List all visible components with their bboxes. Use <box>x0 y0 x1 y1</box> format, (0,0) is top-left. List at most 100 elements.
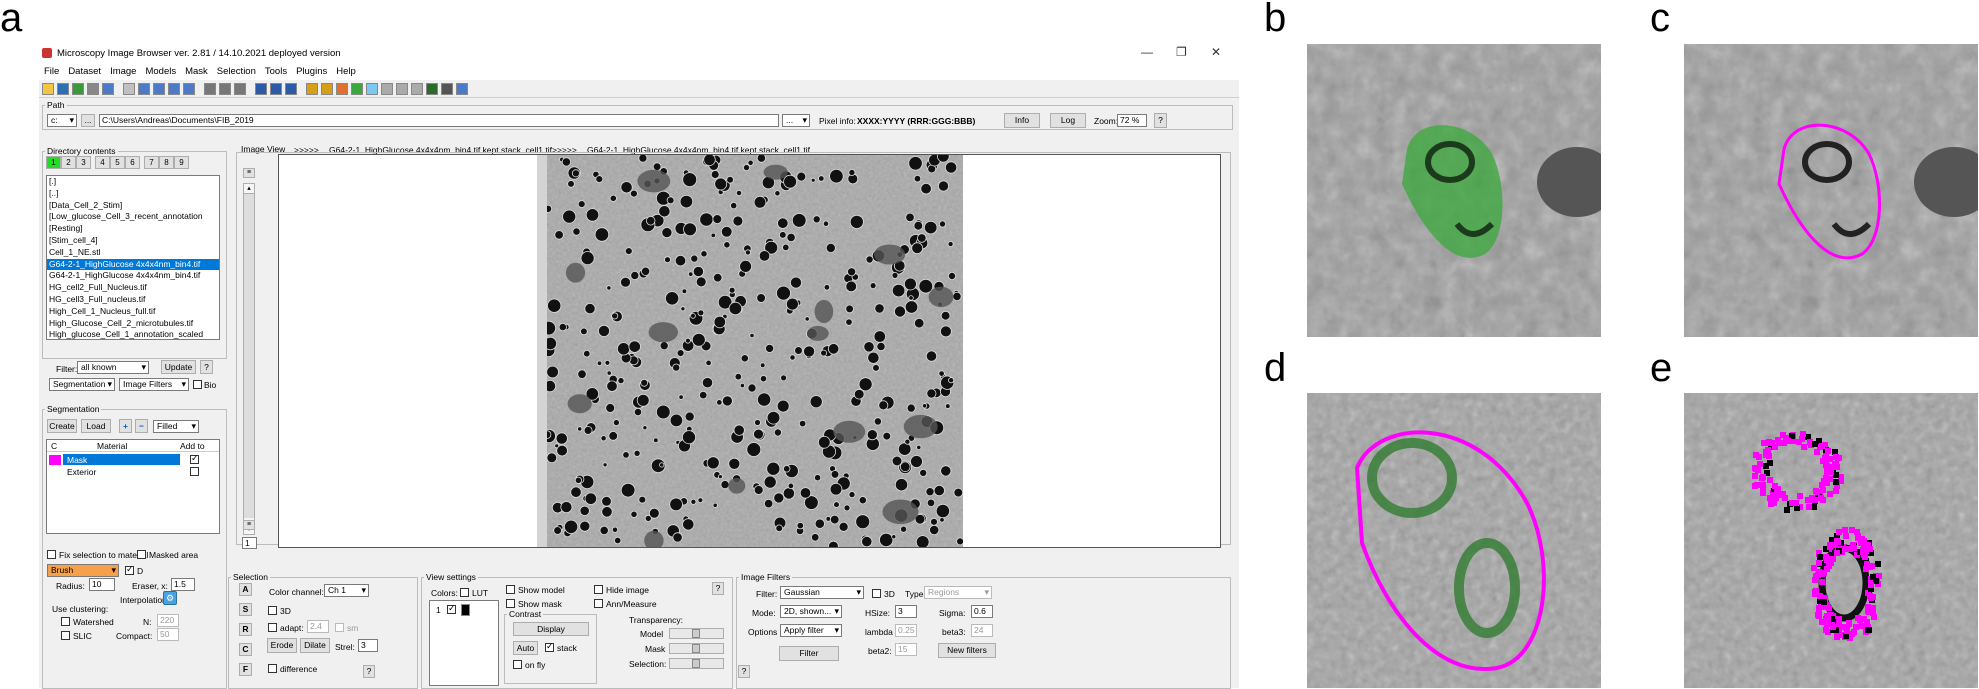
toolbar-icon-1[interactable] <box>42 83 54 95</box>
remove-material-icon[interactable]: − <box>135 419 148 433</box>
load-model-button[interactable]: Load <box>81 419 111 433</box>
file-list-item[interactable]: G64-2-1_HighGlucose 4x4x4nm_bin4.tif <box>47 258 219 271</box>
image-filters-help-button[interactable]: ? <box>738 665 750 678</box>
exterior-addto-checkbox[interactable] <box>190 467 199 476</box>
watershed-checkbox[interactable] <box>61 617 70 626</box>
d-checkbox[interactable] <box>125 564 134 575</box>
selection-subtract-button[interactable]: S <box>239 603 252 616</box>
hsize-input[interactable]: 3 <box>895 605 917 618</box>
material-color-swatch[interactable] <box>49 455 61 465</box>
bio-checkbox[interactable] <box>193 380 202 389</box>
toolbar-icon-2[interactable] <box>57 83 69 95</box>
file-list-item[interactable]: [Data_Cell_2_Stim] <box>47 200 219 212</box>
directory-tab-7[interactable]: 7 <box>144 156 159 169</box>
toolbar-icon-21[interactable] <box>366 83 378 95</box>
file-filter-select[interactable]: all known <box>77 361 149 374</box>
slider-handle[interactable] <box>692 659 700 668</box>
file-list-item[interactable]: [Low_glucose_Cell_3_recent_annotation <box>47 211 219 223</box>
selection-replace-button[interactable]: R <box>239 623 252 636</box>
directory-tab-1[interactable]: 1 <box>46 156 61 169</box>
directory-tab-4[interactable]: 4 <box>95 156 110 169</box>
menu-plugins[interactable]: Plugins <box>296 63 327 80</box>
mask-transparency-slider[interactable] <box>669 643 724 654</box>
drive-select[interactable]: c: <box>47 114 77 127</box>
minimize-button[interactable]: — <box>1141 45 1153 59</box>
directory-help-button[interactable]: ? <box>200 360 213 374</box>
update-button[interactable]: Update <box>161 360 196 374</box>
file-list-item[interactable]: High_glucose_Cell_1_annotation_scaled <box>47 329 219 339</box>
toolbar-icon-6[interactable] <box>123 83 135 95</box>
strel-input[interactable]: 3 <box>358 639 378 652</box>
directory-tab-2[interactable]: 2 <box>61 156 76 169</box>
selection-help-button[interactable]: ? <box>363 665 375 678</box>
hide-image-checkbox[interactable] <box>594 585 603 594</box>
path-help-button[interactable]: ? <box>1154 113 1167 128</box>
file-list-item[interactable]: [.] <box>47 176 219 188</box>
file-list-item[interactable]: High_Cell_1_Nucleus_full.tif <box>47 306 219 318</box>
slice-number-input[interactable]: 1 <box>242 537 257 549</box>
lambda-input[interactable]: 0.25 <box>895 624 917 637</box>
file-list-item[interactable]: [..] <box>47 188 219 200</box>
menu-models[interactable]: Models <box>145 63 176 80</box>
file-list-item[interactable]: High_Glucose_Cell_2_microtubules.tif <box>47 318 219 330</box>
menu-mask[interactable]: Mask <box>185 63 208 80</box>
file-list-item[interactable]: [Stim_cell_4] <box>47 235 219 247</box>
ann-measure-checkbox[interactable] <box>594 599 603 608</box>
show-mask-checkbox[interactable] <box>506 599 515 608</box>
slider-up-icon[interactable]: ▴ <box>244 184 254 194</box>
slider-bottom-button[interactable]: ≡ <box>243 520 255 530</box>
toolbar-icon-10[interactable] <box>183 83 195 95</box>
toolbar-icon-27[interactable] <box>456 83 468 95</box>
menu-tools[interactable]: Tools <box>265 63 287 80</box>
tool-select[interactable]: Brush <box>47 564 119 577</box>
masked-area-checkbox[interactable] <box>137 550 146 559</box>
file-list[interactable]: [.] [..] [Data_Cell_2_Stim] [Low_glucose_Ce… <box>46 175 220 340</box>
slider-handle[interactable] <box>692 644 700 653</box>
fix-selection-checkbox[interactable] <box>47 550 56 559</box>
file-list-item[interactable]: [Resting] <box>47 223 219 235</box>
new-filters-button[interactable]: New filters <box>938 643 996 658</box>
menu-help[interactable]: Help <box>336 63 356 80</box>
close-button[interactable]: ✕ <box>1211 45 1221 59</box>
color-channel-select[interactable]: Ch 1 <box>324 584 369 597</box>
filter-button[interactable]: Filter <box>779 646 839 661</box>
image-filters-panel-select[interactable]: Image Filters <box>119 378 189 391</box>
filter-mode-select[interactable]: 2D, shown... <box>780 605 842 618</box>
stack-checkbox[interactable] <box>545 641 554 652</box>
info-button[interactable]: Info <box>1004 113 1040 128</box>
toolbar-icon-5[interactable] <box>102 83 114 95</box>
erode-button[interactable]: Erode <box>267 638 297 653</box>
channel-colors-table[interactable]: 1 <box>429 600 499 686</box>
dilate-button[interactable]: Dilate <box>300 638 330 653</box>
model-transparency-slider[interactable] <box>669 628 724 639</box>
toolbar-icon-11[interactable] <box>204 83 216 95</box>
compact-input[interactable]: 50 <box>157 628 179 641</box>
n-input[interactable]: 220 <box>157 614 179 627</box>
sigma-input[interactable]: 0.6 <box>971 605 993 618</box>
onfly-checkbox[interactable] <box>513 660 522 669</box>
file-list-item[interactable]: HG_cell3_Full_nucleus.tif <box>47 294 219 306</box>
view-settings-help-button[interactable]: ? <box>712 582 724 595</box>
add-material-icon[interactable]: + <box>119 419 132 433</box>
lut-checkbox[interactable] <box>460 588 469 597</box>
selection-add-button[interactable]: A <box>239 583 252 596</box>
slice-slider[interactable]: ▴ ▾ <box>243 183 255 535</box>
adapt-input[interactable]: 2.4 <box>307 620 329 633</box>
toolbar-icon-23[interactable] <box>396 83 408 95</box>
channel-visible-checkbox[interactable] <box>447 603 456 614</box>
toolbar-icon-13[interactable] <box>234 83 246 95</box>
file-list-item[interactable]: Cell_1_NE.stl <box>47 247 219 259</box>
auto-button[interactable]: Auto <box>513 641 538 655</box>
toolbar-icon-15[interactable] <box>270 83 282 95</box>
menu-selection[interactable]: Selection <box>217 63 256 80</box>
slider-handle[interactable] <box>692 629 700 638</box>
maximize-button[interactable]: ❐ <box>1176 45 1187 59</box>
model-mode-select[interactable]: Filled <box>153 420 199 433</box>
radius-input[interactable]: 10 <box>89 578 115 591</box>
filter-type-select[interactable]: Regions <box>924 586 992 599</box>
directory-tab-5[interactable]: 5 <box>110 156 125 169</box>
difference-checkbox[interactable] <box>268 664 277 673</box>
toolbar-icon-16[interactable] <box>285 83 297 95</box>
selection-3d-checkbox[interactable] <box>268 606 277 615</box>
toolbar-icon-22[interactable] <box>381 83 393 95</box>
